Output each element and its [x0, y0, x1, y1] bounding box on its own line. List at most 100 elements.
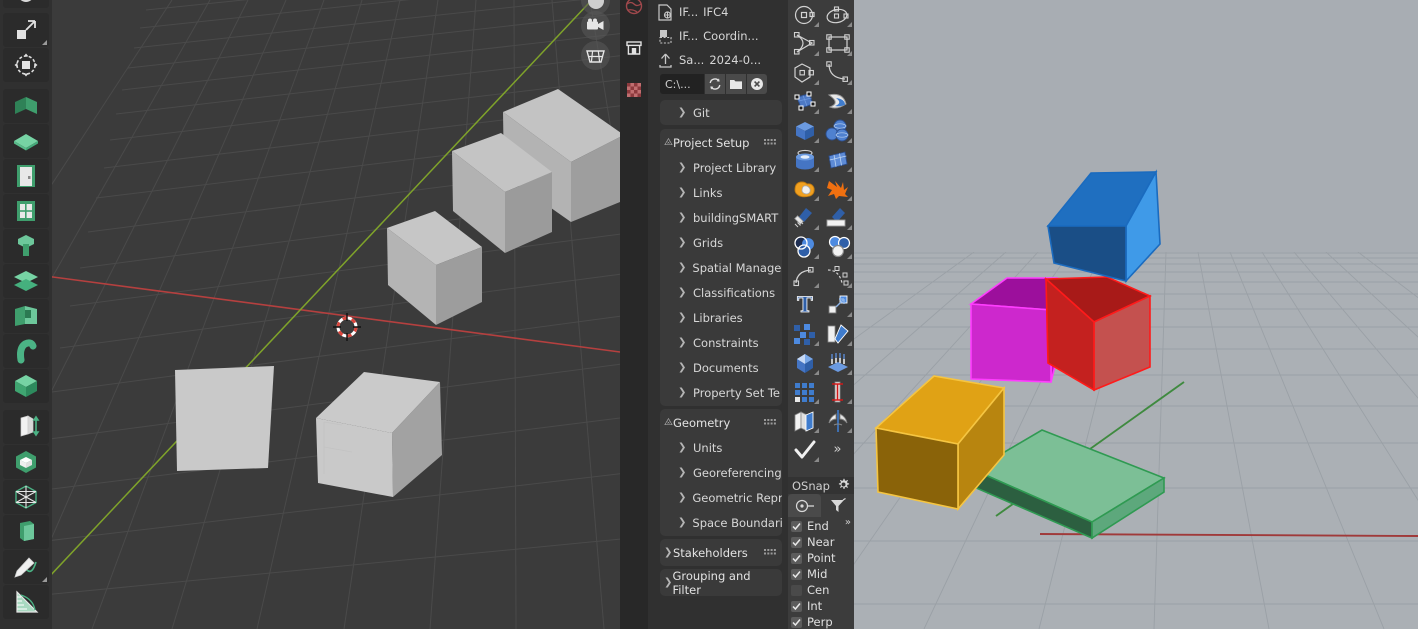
tool-measure[interactable] [3, 585, 49, 619]
tool-transform[interactable] [3, 48, 49, 82]
tool-slab[interactable] [3, 124, 49, 158]
sidebar-item-geometric-representation[interactable]: ❯ Geometric Repr [660, 485, 782, 510]
layers-tool[interactable] [788, 406, 821, 435]
cylinder-solid-tool[interactable] [788, 145, 821, 174]
sidebar-item-documents[interactable]: ❯ Documents [660, 355, 782, 380]
tool-window[interactable] [3, 194, 49, 228]
tool-stair[interactable] [3, 299, 49, 333]
osnap-item-cen[interactable]: Cen [791, 582, 854, 598]
ifc-schema-row[interactable]: IF... IFC4 [648, 0, 788, 24]
reload-path-button[interactable] [705, 74, 725, 94]
surface-from-points-tool[interactable] [788, 87, 821, 116]
sweep-surface-tool[interactable] [821, 87, 854, 116]
sidebar-item-georeferencing[interactable]: ❯ Georeferencing [660, 460, 782, 485]
arc-tool[interactable] [788, 29, 821, 58]
browse-folder-button[interactable] [726, 74, 746, 94]
osnap-tab-snaps[interactable] [788, 494, 821, 517]
checkbox-perp[interactable] [791, 616, 802, 628]
dashed-curve-tool[interactable] [821, 261, 854, 290]
osnap-item-point[interactable]: Point [791, 550, 854, 566]
gear-icon[interactable] [837, 478, 850, 494]
world-properties-icon[interactable] [620, 0, 648, 20]
sidebar-item-project-library[interactable]: ❯ Project Library [660, 155, 782, 180]
sidebar-item-space-boundaries[interactable]: ❯ Space Boundari [660, 510, 782, 535]
sidebar-item-git[interactable]: ❯ Git [660, 100, 782, 125]
tool-structural[interactable] [3, 480, 49, 514]
tool-void[interactable] [3, 445, 49, 479]
sidebar-item-links[interactable]: ❯ Links [660, 180, 782, 205]
checkbox-int[interactable] [791, 600, 802, 612]
collection-properties-icon[interactable] [620, 34, 648, 62]
polygon-tool[interactable] [788, 58, 821, 87]
tool-scale[interactable] [3, 13, 49, 47]
box-solid-tool[interactable] [788, 116, 821, 145]
sidebar-item-units[interactable]: ❯ Units [660, 435, 782, 460]
osnap-item-near[interactable]: Near [791, 534, 854, 550]
checkbox-near[interactable] [791, 536, 802, 548]
osnap-tab-filters[interactable] [821, 494, 854, 517]
ifc-save-row[interactable]: Sa... 2024-0... [648, 48, 788, 72]
osnap-item-mid[interactable]: Mid [791, 566, 854, 582]
toggle-grid-button[interactable] [581, 41, 610, 70]
tool-railing[interactable] [3, 334, 49, 368]
circle-center-tool[interactable] [788, 0, 821, 29]
checkbox-end[interactable] [791, 520, 802, 532]
osnap-more-button[interactable]: » [845, 517, 851, 528]
camera-view-button[interactable] [581, 11, 610, 40]
gradient-tool[interactable] [821, 319, 854, 348]
project-path-field[interactable]: C:\... [660, 74, 704, 94]
grip-dots-icon[interactable] [764, 136, 776, 150]
sidebar-item-libraries[interactable]: ❯ Libraries [660, 305, 782, 330]
tool-annotate-partial[interactable] [3, 0, 49, 8]
section-header-grouping-and-filter[interactable]: ❯ Grouping and Filter [660, 569, 782, 597]
sidebar-item-spatial-manager[interactable]: ❯ Spatial Manager [660, 255, 782, 280]
osnap-item-int[interactable]: Int [791, 598, 854, 614]
checkbox-point[interactable] [791, 552, 802, 564]
move-copy-tool[interactable] [821, 290, 854, 319]
material-assign-tool[interactable] [821, 203, 854, 232]
paint-tool[interactable] [788, 203, 821, 232]
checkbox-mid[interactable] [791, 568, 802, 580]
section-header-geometry[interactable]: ⨻ Geometry [660, 410, 782, 435]
mesh-plane-tool[interactable] [821, 145, 854, 174]
tool-duct[interactable] [3, 229, 49, 263]
grip-dots-icon[interactable] [764, 416, 776, 430]
boolean-union-tool[interactable] [788, 174, 821, 203]
tool-wall[interactable] [3, 89, 49, 123]
tool-annotate[interactable] [3, 550, 49, 584]
grip-dots-icon[interactable] [764, 546, 776, 560]
contour-tool[interactable] [821, 348, 854, 377]
curve-tool[interactable] [821, 58, 854, 87]
tool-column[interactable] [3, 264, 49, 298]
extrude-solid-tool[interactable] [788, 348, 821, 377]
more-tools-button[interactable]: » [821, 435, 854, 464]
sphere-solid-tool[interactable] [821, 116, 854, 145]
explode-tool[interactable] [821, 174, 854, 203]
osnap-item-perp[interactable]: Perp [791, 614, 854, 629]
text-tool[interactable]: T [788, 290, 821, 319]
rectangle-tool[interactable] [821, 29, 854, 58]
boolean-difference-tool[interactable] [821, 232, 854, 261]
section-header-project-setup[interactable]: ⨻ Project Setup [660, 130, 782, 155]
dimension-tool[interactable] [821, 377, 854, 406]
sidebar-item-grids[interactable]: ❯ Grids [660, 230, 782, 255]
mirror-tool[interactable] [821, 406, 854, 435]
array-tool[interactable] [788, 319, 821, 348]
checkbox-cen[interactable] [791, 584, 802, 596]
section-header-stakeholders[interactable]: ❯ Stakeholders [660, 540, 782, 565]
sidebar-item-constraints[interactable]: ❯ Constraints [660, 330, 782, 355]
ifc-coordinates-row[interactable]: IF... Coordin... [648, 24, 788, 48]
material-properties-icon[interactable] [620, 76, 648, 104]
tool-door[interactable] [3, 159, 49, 193]
blend-curve-tool[interactable] [788, 261, 821, 290]
check-tool[interactable] [788, 435, 821, 464]
ellipse-tool[interactable] [821, 0, 854, 29]
blender-3d-viewport[interactable] [52, 0, 620, 629]
boolean-intersect-tool[interactable] [788, 232, 821, 261]
clear-path-button[interactable] [747, 74, 767, 94]
cad-3d-viewport[interactable] [854, 0, 1418, 629]
grid-snap-tool[interactable] [788, 377, 821, 406]
tool-pipe[interactable] [3, 369, 49, 403]
tool-extrusion-depth[interactable] [3, 410, 49, 444]
sidebar-item-property-set-templates[interactable]: ❯ Property Set Te [660, 380, 782, 405]
